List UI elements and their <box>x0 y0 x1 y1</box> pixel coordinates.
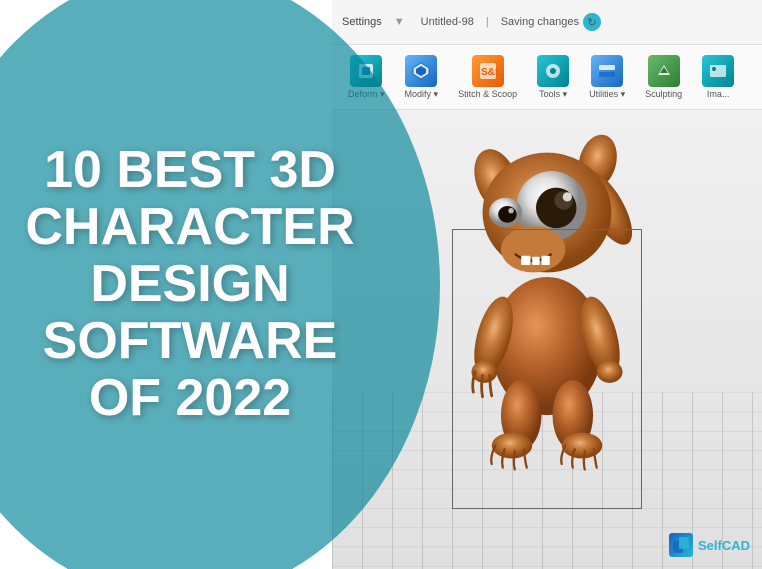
bounding-box <box>452 229 642 509</box>
headline-line4: SOFTWARE <box>25 313 354 370</box>
main-container: Settings ▼ Untitled-98 | Saving changes … <box>0 0 762 569</box>
tool-modify[interactable]: Modify ▾ <box>397 51 447 104</box>
pipe-separator: | <box>486 16 489 28</box>
image-label: Ima... <box>707 89 730 99</box>
saving-text: Saving changes <box>501 16 579 28</box>
tool-stitch-scoop[interactable]: S&S Stitch & Scoop <box>450 51 525 103</box>
saving-indicator: ↻ <box>583 13 601 31</box>
headline-line2: CHARACTER <box>25 199 354 256</box>
tool-sculpting[interactable]: Sculpting <box>637 51 690 103</box>
headline-overlay: 10 BEST 3D CHARACTER DESIGN SOFTWARE OF … <box>0 0 370 569</box>
tool-utilities[interactable]: Utilities ▾ <box>581 51 633 104</box>
selfcad-colored: Self <box>698 538 722 553</box>
selfcad-logo-icon <box>669 533 693 557</box>
stitch-scoop-label: Stitch & Scoop <box>458 89 517 99</box>
selfcad-plain: CAD <box>722 538 750 553</box>
sculpting-label: Sculpting <box>645 89 682 99</box>
modify-label: Modify ▾ <box>405 89 439 100</box>
image-icon <box>702 55 734 87</box>
tools-icon <box>537 55 569 87</box>
stitch-scoop-icon: S&S <box>472 55 504 87</box>
tools-label: Tools ▾ <box>539 89 567 100</box>
utilities-label: Utilities ▾ <box>589 89 625 100</box>
top-toolbar[interactable]: Settings ▼ Untitled-98 | Saving changes … <box>332 0 762 45</box>
headline-line5: OF 2022 <box>25 370 354 427</box>
svg-text:S&S: S&S <box>481 67 498 78</box>
saving-status: Saving changes ↻ <box>501 13 601 31</box>
utilities-icon <box>591 55 623 87</box>
headline-line1: 10 BEST 3D <box>25 142 354 199</box>
icon-toolbar: Deform ▾ Modify ▾ S&S Stitch & Scoop <box>332 45 762 110</box>
tool-tools[interactable]: Tools ▾ <box>529 51 577 104</box>
selfcad-logo-text: SelfCAD <box>698 538 750 553</box>
sculpting-icon <box>648 55 680 87</box>
separator: ▼ <box>394 16 405 28</box>
selfcad-logo: SelfCAD <box>669 533 750 557</box>
headline-text: 10 BEST 3D CHARACTER DESIGN SOFTWARE OF … <box>25 142 354 428</box>
tool-image[interactable]: Ima... <box>694 51 742 103</box>
headline-line3: DESIGN <box>25 256 354 313</box>
document-title: Untitled-98 <box>421 16 474 28</box>
modify-icon <box>405 55 437 87</box>
